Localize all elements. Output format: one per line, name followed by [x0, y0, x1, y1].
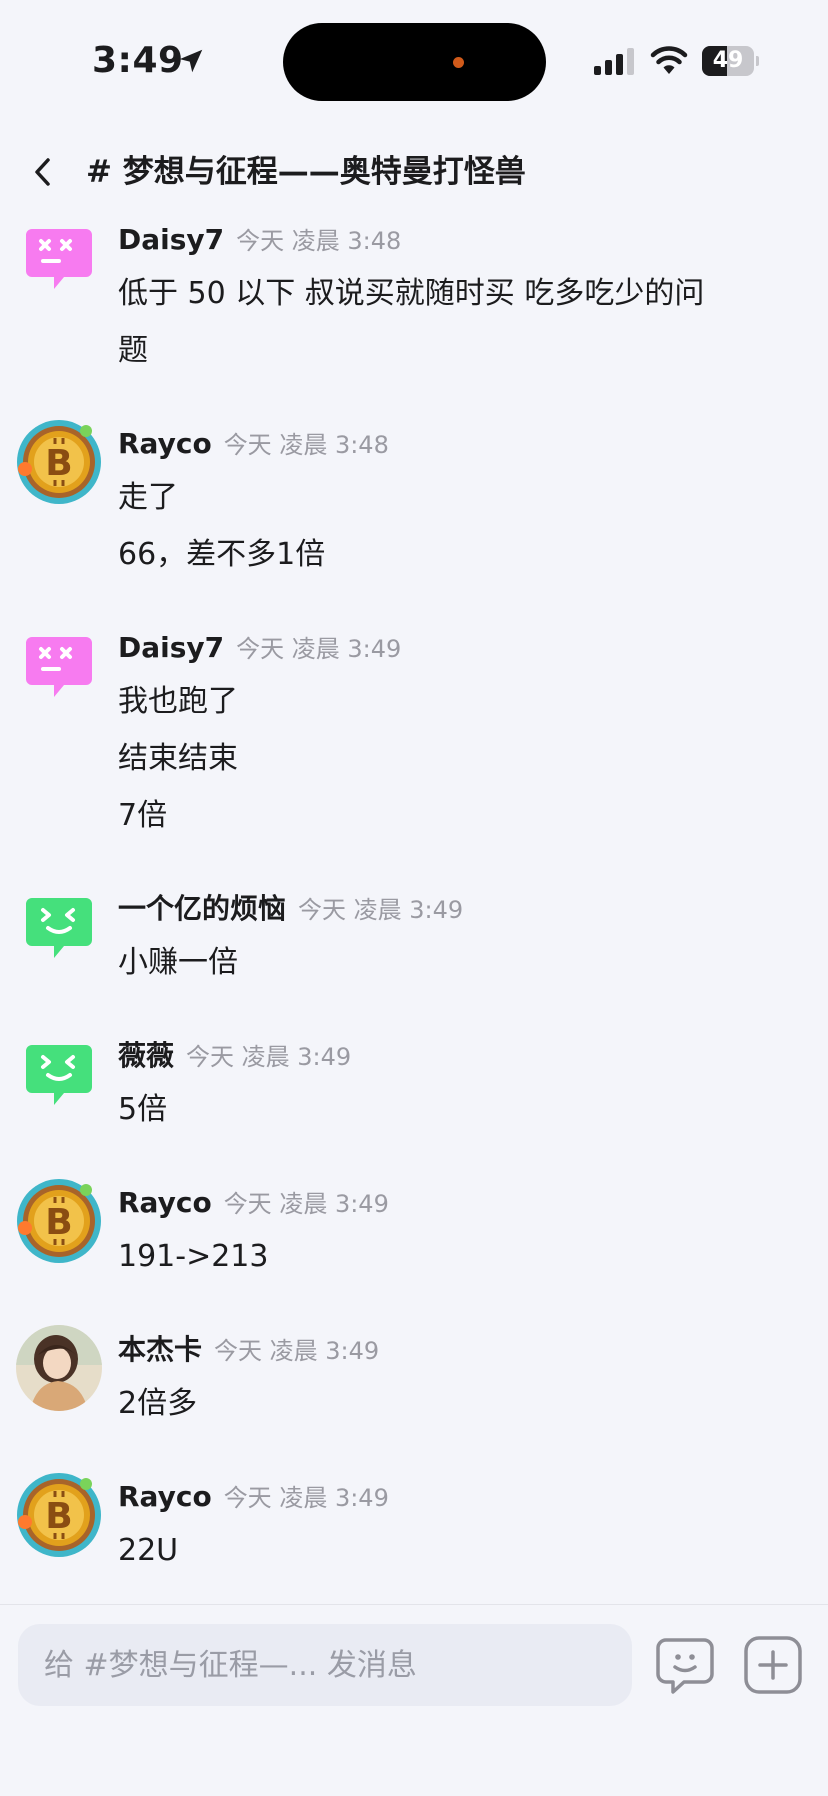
- message-author[interactable]: 本杰卡: [118, 1333, 202, 1366]
- message-text: 2倍多: [118, 1386, 198, 1421]
- svg-text:B: B: [45, 1202, 72, 1243]
- svg-text:B: B: [45, 1496, 72, 1537]
- message-group: Daisy7 今天 凌晨 3:48 低于 50 以下 叔说买就随时买 吃多吃少的问题: [0, 215, 828, 379]
- message-text: 题: [118, 333, 148, 368]
- svg-text:B: B: [45, 443, 72, 484]
- green-robot-avatar[interactable]: [16, 1031, 102, 1117]
- message-group: 一个亿的烦恼 今天 凌晨 3:49 小赚一倍: [0, 884, 828, 991]
- message-author[interactable]: Rayco: [118, 1480, 212, 1513]
- message-group: 本杰卡 今天 凌晨 3:49 2倍多: [0, 1325, 828, 1432]
- bitcoin-avatar[interactable]: B: [16, 419, 102, 505]
- emoji-icon[interactable]: [654, 1634, 716, 1696]
- message-meta: 本杰卡 今天 凌晨 3:49: [118, 1325, 788, 1375]
- message-text: 低于 50 以下 叔说买就随时买 吃多吃少的问: [118, 276, 705, 311]
- battery-indicator: 49: [702, 46, 759, 76]
- input-divider: [0, 1604, 828, 1605]
- chat-screen: 3:49 49 # 梦想与征程——奥特曼打怪兽 Daisy7 今天 凌晨 3:4…: [0, 0, 828, 1796]
- message-timestamp: 今天 凌晨 3:49: [223, 1190, 389, 1218]
- message-timestamp: 今天 凌晨 3:49: [214, 1337, 380, 1365]
- status-time: 3:49: [92, 40, 184, 81]
- message-author[interactable]: 一个亿的烦恼: [118, 892, 286, 925]
- message-text: 小赚一倍: [118, 945, 238, 980]
- message-meta: Daisy7 今天 凌晨 3:49: [118, 623, 788, 673]
- message-group: B Rayco 今天 凌晨 3:48 走了 66，差不多1倍: [0, 419, 828, 583]
- battery-body: 49: [702, 46, 754, 76]
- message-text: 66，差不多1倍: [118, 537, 326, 572]
- cellular-signal-icon: [594, 48, 634, 75]
- message-timestamp: 今天 凌晨 3:48: [236, 227, 402, 255]
- message-text: 5倍: [118, 1092, 168, 1127]
- message-timestamp: 今天 凌晨 3:49: [186, 1043, 352, 1071]
- message-text: 7倍: [118, 798, 168, 833]
- message-timestamp: 今天 凌晨 3:49: [298, 896, 464, 924]
- message-author[interactable]: 薇薇: [118, 1039, 174, 1072]
- message-author[interactable]: Rayco: [118, 427, 212, 460]
- battery-percent: 49: [712, 48, 744, 73]
- message-group: B Rayco 今天 凌晨 3:49 22U: [0, 1472, 828, 1579]
- pink-robot-avatar[interactable]: [16, 215, 102, 301]
- bitcoin-avatar[interactable]: B: [16, 1472, 102, 1558]
- message-input[interactable]: [18, 1624, 632, 1706]
- battery-cap: [756, 56, 759, 66]
- message-author[interactable]: Rayco: [118, 1186, 212, 1219]
- message-author[interactable]: Daisy7: [118, 223, 224, 256]
- plus-icon[interactable]: [742, 1634, 804, 1696]
- wifi-icon: [650, 46, 688, 74]
- chevron-left-icon[interactable]: [24, 148, 64, 196]
- dynamic-island: [283, 23, 546, 101]
- bitcoin-avatar[interactable]: B: [16, 1178, 102, 1264]
- location-arrow-icon: [179, 49, 203, 73]
- message-text: 走了: [118, 480, 178, 515]
- message-timestamp: 今天 凌晨 3:49: [236, 635, 402, 663]
- message-meta: Daisy7 今天 凌晨 3:48: [118, 215, 788, 265]
- message-timestamp: 今天 凌晨 3:49: [223, 1484, 389, 1512]
- message-text: 结束结束: [118, 741, 238, 776]
- camera-indicator-dot: [453, 57, 464, 68]
- message-meta: 薇薇 今天 凌晨 3:49: [118, 1031, 788, 1081]
- message-group: 薇薇 今天 凌晨 3:49 5倍: [0, 1031, 828, 1138]
- message-text: 191->213: [118, 1239, 269, 1274]
- message-meta: Rayco 今天 凌晨 3:49: [118, 1178, 788, 1228]
- chat-header: # 梦想与征程——奥特曼打怪兽: [0, 140, 828, 204]
- message-group: B Rayco 今天 凌晨 3:49 191->213: [0, 1178, 828, 1285]
- pink-robot-avatar[interactable]: [16, 623, 102, 709]
- message-timestamp: 今天 凌晨 3:48: [223, 431, 389, 459]
- message-meta: Rayco 今天 凌晨 3:49: [118, 1472, 788, 1522]
- message-list: Daisy7 今天 凌晨 3:48 低于 50 以下 叔说买就随时买 吃多吃少的问题…: [0, 215, 828, 1579]
- message-meta: 一个亿的烦恼 今天 凌晨 3:49: [118, 884, 788, 934]
- green-robot-avatar[interactable]: [16, 884, 102, 970]
- message-meta: Rayco 今天 凌晨 3:48: [118, 419, 788, 469]
- channel-title: # 梦想与征程——奥特曼打怪兽: [86, 154, 526, 190]
- message-group: Daisy7 今天 凌晨 3:49 我也跑了结束结束 7倍: [0, 623, 828, 844]
- message-text: 我也跑了: [118, 684, 238, 719]
- message-author[interactable]: Daisy7: [118, 631, 224, 664]
- message-text: 22U: [118, 1533, 179, 1568]
- girl-photo-avatar[interactable]: [16, 1325, 102, 1411]
- status-bar: 3:49 49: [0, 0, 828, 130]
